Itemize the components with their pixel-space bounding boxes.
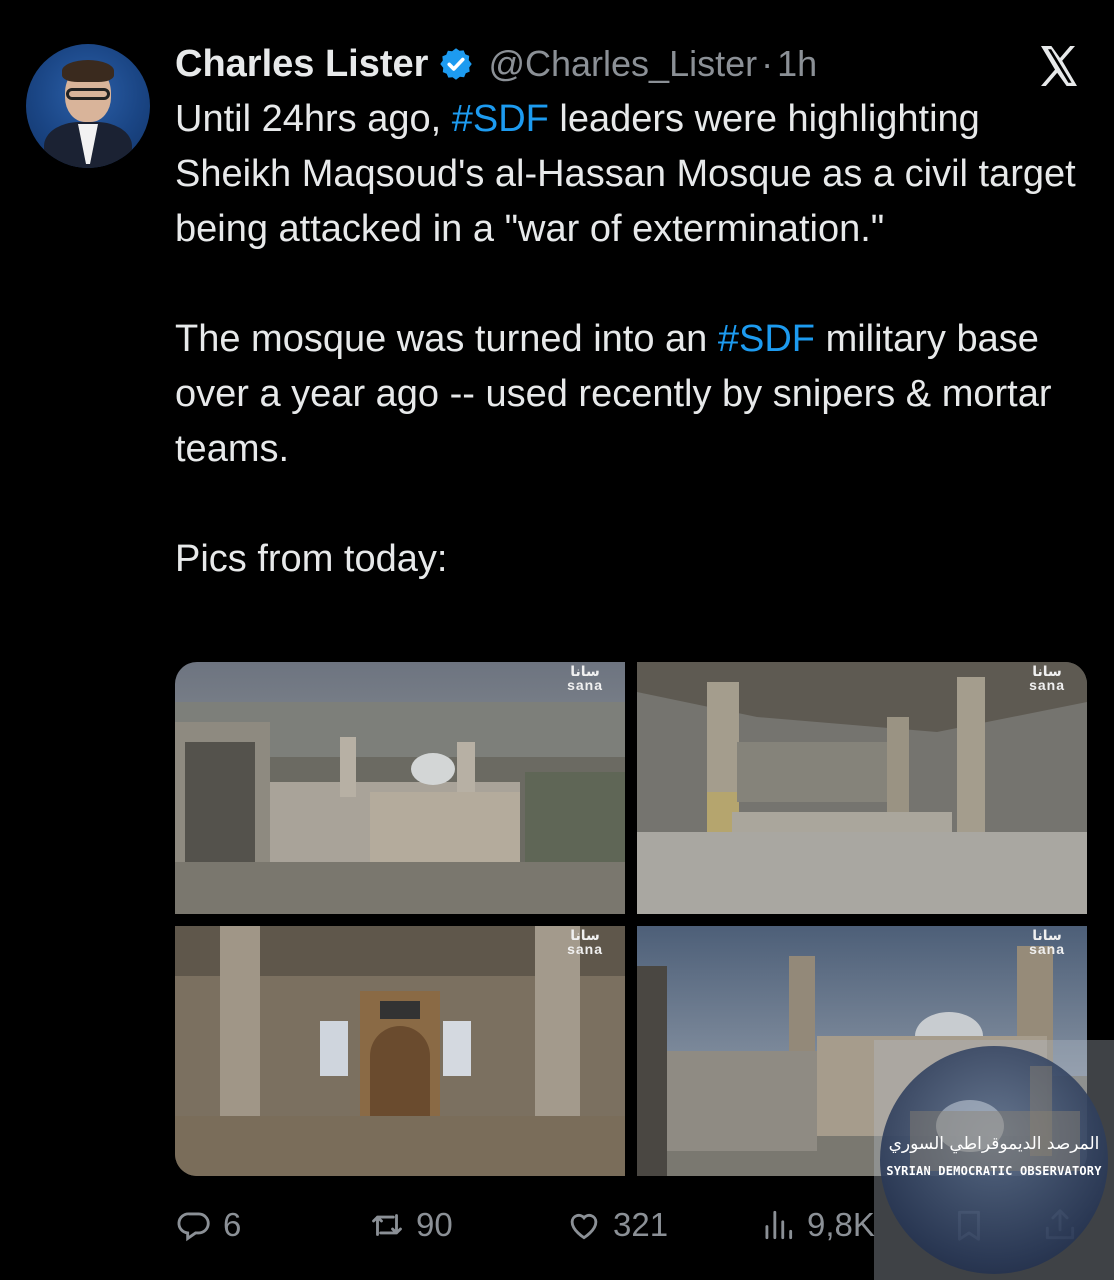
- views-button[interactable]: 9,8K: [759, 1200, 875, 1250]
- observatory-logo-circle: [880, 1046, 1108, 1274]
- sana-watermark: سانا sana: [567, 927, 603, 957]
- tweet-text-segment: Until 24hrs ago,: [175, 98, 452, 140]
- header-separator: ·: [761, 43, 774, 84]
- repost-icon: [372, 1214, 402, 1236]
- reply-button[interactable]: 6: [175, 1200, 241, 1250]
- observatory-watermark: المرصد الديموقراطي السوري SYRIAN DEMOCRA…: [874, 1040, 1114, 1280]
- avatar-hair: [62, 60, 114, 82]
- views-count: 9,8K: [807, 1206, 875, 1243]
- observatory-english: SYRIAN DEMOCRATIC OBSERVATORY: [886, 1164, 1102, 1178]
- reply-icon: [177, 1212, 210, 1242]
- hashtag-link[interactable]: #SDF: [718, 318, 815, 360]
- reply-count: 6: [223, 1206, 242, 1243]
- sana-watermark: سانا sana: [1029, 927, 1065, 957]
- like-count: 321: [613, 1206, 669, 1243]
- hashtag-link[interactable]: #SDF: [452, 98, 549, 140]
- sana-watermark: سانا sana: [1029, 663, 1065, 693]
- repost-button[interactable]: 90: [368, 1200, 453, 1250]
- sana-watermark: سانا sana: [567, 663, 603, 693]
- avatar-glasses: [66, 88, 110, 100]
- like-button[interactable]: 321: [565, 1200, 668, 1250]
- photo-mosque-aerial[interactable]: سانا sana: [175, 662, 625, 914]
- verified-badge-icon: [440, 48, 473, 80]
- author-avatar[interactable]: [26, 44, 150, 168]
- views-icon: [765, 1210, 793, 1240]
- like-icon: [570, 1213, 598, 1240]
- repost-count: 90: [416, 1206, 453, 1243]
- observatory-arabic: المرصد الديموقراطي السوري: [888, 1134, 1100, 1154]
- x-logo-icon: [1041, 46, 1077, 86]
- author-handle[interactable]: @Charles_Lister: [488, 43, 757, 85]
- photo-mosque-interior-1[interactable]: سانا sana: [637, 662, 1087, 914]
- tweet-header: Charles Lister @Charles_Lister · 1h: [175, 40, 817, 88]
- author-name[interactable]: Charles Lister: [175, 43, 428, 86]
- tweet-time[interactable]: 1h: [777, 43, 817, 85]
- photo-mosque-mihrab[interactable]: سانا sana: [175, 926, 625, 1176]
- tweet-text: Until 24hrs ago, #SDF leaders were highl…: [175, 92, 1095, 587]
